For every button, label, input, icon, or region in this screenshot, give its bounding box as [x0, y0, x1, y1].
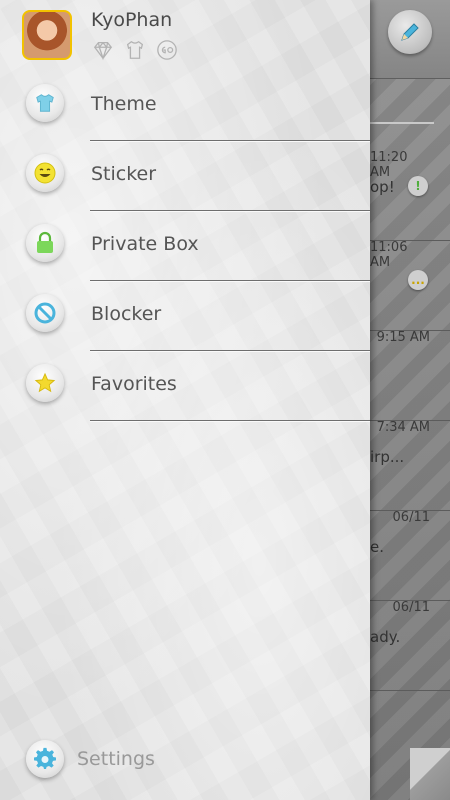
block-icon [34, 302, 56, 324]
menu-item-theme[interactable]: Theme [0, 70, 370, 141]
theme-button[interactable] [26, 84, 64, 122]
conversation-time: 11:06 AM [370, 240, 408, 270]
search-bar[interactable] [370, 110, 434, 124]
diamond-icon [93, 42, 113, 61]
settings-button[interactable] [26, 740, 64, 778]
typing-icon: ... [408, 270, 428, 290]
menu-item-sticker[interactable]: Sticker [0, 140, 370, 211]
menu-item-private-box[interactable]: Private Box [0, 210, 370, 281]
gear-icon [34, 747, 56, 770]
conversation-row[interactable]: 11:06 AM ... [370, 240, 450, 331]
menu-item-label: Blocker [91, 303, 162, 325]
conversation-row[interactable]: 7:34 AM irp... [370, 420, 450, 511]
conversation-row[interactable]: 06/11 e. [370, 510, 450, 601]
profile-badges [92, 39, 178, 63]
shirt-icon [126, 40, 144, 59]
go-icon [157, 40, 177, 60]
conversation-time: 7:34 AM [376, 420, 430, 435]
profile-username[interactable]: KyoPhan [91, 9, 172, 31]
smiley-icon [34, 162, 56, 184]
conversation-snippet: e. [370, 538, 384, 556]
shirt-icon [36, 94, 54, 112]
conversation-row[interactable]: 11:20 AM op! ! [370, 150, 450, 241]
conversation-row[interactable]: 9:15 AM [370, 330, 450, 421]
menu-item-label: Private Box [91, 233, 199, 255]
conversation-time: 06/11 [392, 600, 430, 615]
menu-item-settings[interactable]: Settings [0, 738, 370, 800]
menu-item-label: Favorites [91, 373, 177, 395]
alert-icon: ! [408, 176, 428, 196]
star-icon [34, 372, 56, 393]
conversation-snippet: ady. [370, 628, 401, 646]
conversation-snippet: irp... [370, 448, 405, 466]
divider [90, 420, 370, 421]
conversation-row[interactable]: 06/11 ady. [370, 600, 450, 691]
sticker-button[interactable] [26, 154, 64, 192]
menu-item-label: Settings [77, 748, 155, 770]
menu-item-label: Theme [91, 93, 157, 115]
menu-item-blocker[interactable]: Blocker [0, 280, 370, 351]
page-curl [410, 748, 450, 800]
lock-icon [37, 231, 53, 253]
conversation-time: 06/11 [392, 510, 430, 525]
menu-item-label: Sticker [91, 163, 157, 185]
private-box-button[interactable] [26, 224, 64, 262]
avatar[interactable] [22, 10, 72, 60]
compose-button[interactable] [388, 10, 432, 54]
navigation-drawer: KyoPhan Theme Sticker Private Box Blocke… [0, 0, 370, 800]
pencil-icon [401, 23, 419, 41]
favorites-button[interactable] [26, 364, 64, 402]
conversation-time: 9:15 AM [376, 330, 430, 345]
menu-item-favorites[interactable]: Favorites [0, 350, 370, 421]
blocker-button[interactable] [26, 294, 64, 332]
